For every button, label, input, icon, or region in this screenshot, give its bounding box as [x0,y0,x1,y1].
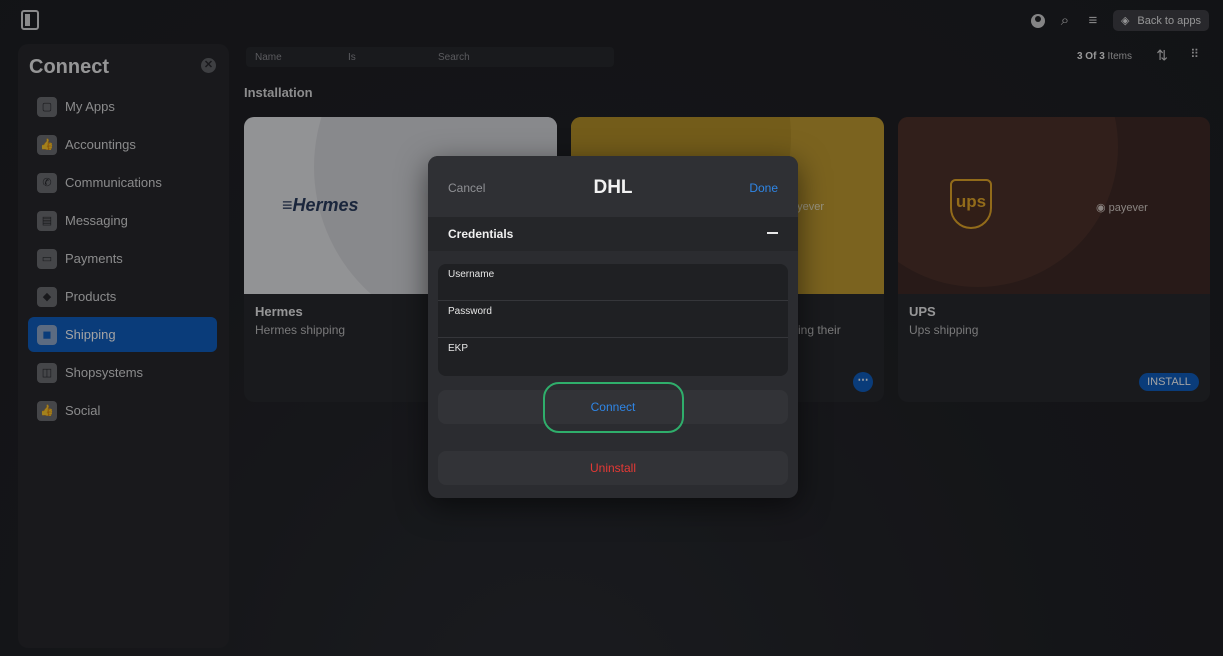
username-field[interactable]: Username [438,264,788,301]
modal-header: DHL Cancel Done [428,156,798,217]
dhl-modal: DHL Cancel Done Credentials Username Pas… [428,156,798,498]
collapse-icon[interactable] [767,232,778,234]
credentials-label: Credentials [448,227,514,241]
username-label: Username [448,269,495,280]
cancel-button[interactable]: Cancel [448,181,485,195]
ekp-field[interactable]: EKP [438,338,788,375]
ekp-label: EKP [448,343,469,354]
password-input[interactable] [448,319,778,335]
done-button[interactable]: Done [749,181,778,195]
username-input[interactable] [448,282,778,298]
password-field[interactable]: Password [438,301,788,338]
credentials-section-header[interactable]: Credentials [428,217,798,251]
ekp-input[interactable] [448,356,778,372]
credentials-form: Username Password EKP [438,264,788,376]
connect-highlight-ring [543,382,684,433]
uninstall-button[interactable]: Uninstall [438,451,788,485]
password-label: Password [448,306,492,317]
